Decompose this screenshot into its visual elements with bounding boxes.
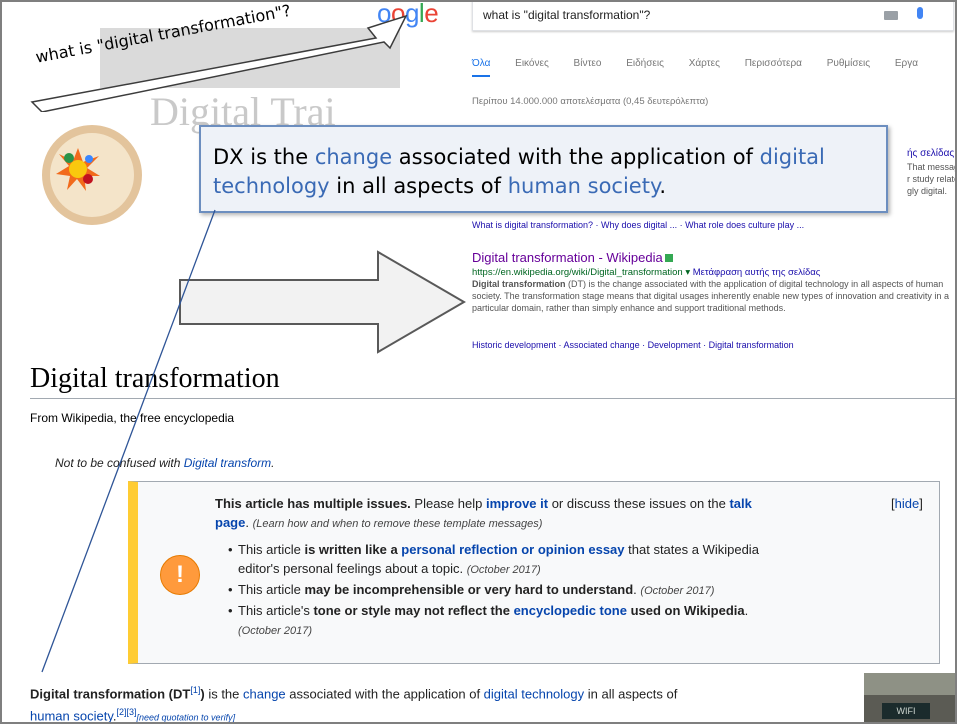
issue-item: This article may be incomprehensible or … [228,580,868,601]
microphone-icon[interactable] [917,7,923,19]
verify-tag[interactable]: [need quotation to verify] [137,713,236,723]
dx-text-part: associated with the application of [392,145,760,169]
issues-text: or discuss these issues on the [548,496,730,511]
issue-text: This article [238,582,305,597]
keyword-human-society: human society [507,174,660,198]
translate-page-link[interactable]: Μετάφραση αυτής της σελίδας [693,267,821,278]
sitelinks[interactable]: What is digital transformation? · Why do… [472,220,804,230]
issue-item: This article's tone or style may not ref… [228,601,868,620]
slide-frame: oogle what is "digital transformation"? … [0,0,957,724]
lead-text: is the [204,686,243,702]
hide-toggle[interactable]: [hide] [891,494,923,513]
wiki-tagline: From Wikipedia, the free encyclopedia [30,411,235,425]
issue-item: This article is written like a personal … [228,540,868,559]
result-title-link[interactable]: Digital transformation - Wikipedia [472,250,673,265]
issues-title: This article has multiple issues. [215,496,411,511]
paint-splash-logo-icon [56,148,100,191]
right-arrow-icon [179,250,466,354]
issues-text: . [245,515,253,530]
issue-text: This article [238,542,305,557]
issue-text: used on Wikipedia [626,603,745,618]
image-sign: WIFI [882,703,930,719]
issue-date: (October 2017) [238,625,312,637]
citation-link[interactable]: [1] [190,685,200,695]
dx-text-part: in all aspects of [329,174,508,198]
result-url: https://en.wikipedia.org/wiki/Digital_tr… [472,267,820,278]
lead-text: in all aspects of [584,686,678,702]
snippet-bold: Digital transformation [472,279,566,289]
dx-definition-callout: DX is the change associated with the app… [199,125,888,213]
tab-images[interactable]: Εικόνες [515,58,549,69]
issues-text: Please help [410,496,486,511]
lead-text: associated with the application of [285,686,484,702]
wiki-thumbnail-image[interactable]: WIFI [864,673,957,724]
tab-all[interactable]: Όλα [472,58,491,77]
search-tabs: Όλα Εικόνες Βίντεο Ειδήσεις Χάρτες Περισ… [472,58,940,77]
hide-label: hide [894,496,920,511]
lead-paragraph: Digital transformation (DT[1]) is the ch… [30,681,870,728]
hatnote-text: . [271,456,275,470]
tab-tools[interactable]: Εργα [895,58,918,69]
partial-snippet-line: gly digital. [907,186,948,196]
issue-list: This article is written like a personal … [228,540,868,641]
hatnote: Not to be confused with Digital transfor… [55,456,274,470]
result-url-text: https://en.wikipedia.org/wiki/Digital_tr… [472,267,683,278]
issue-text: tone or style may not reflect the [313,603,514,618]
issue-date: (October 2017) [466,564,541,576]
page-link[interactable]: page [215,515,245,530]
wikipedia-favicon-icon [664,254,673,262]
issue-text: may be incomprehensible or very hard to … [304,582,634,597]
tab-news[interactable]: Ειδήσεις [626,58,664,69]
search-input[interactable]: what is "digital transformation"? [472,0,954,31]
improve-it-link[interactable]: improve it [486,496,548,511]
encyclopedic-tone-link[interactable]: encyclopedic tone [514,603,627,618]
human-society-link[interactable]: human society [30,709,113,724]
issue-item-continuation: editor's personal feelings about a topic… [228,559,868,580]
issue-text: that states a Wikipedia [624,542,759,557]
keyboard-icon[interactable] [884,11,898,20]
result-title: Digital transformation - Wikipedia [472,250,663,265]
image-area [864,673,957,695]
tab-maps[interactable]: Χάρτες [689,58,720,69]
result-stats: Περίπου 14.000.000 αποτελέσματα (0,45 δε… [472,96,709,107]
hatnote-text: Not to be confused with [55,456,184,470]
issue-item-continuation: (October 2017) [228,620,868,641]
partial-translate-link[interactable]: ής σελίδας [907,148,954,159]
tab-settings[interactable]: Ρυθμίσεις [827,58,870,69]
hatnote-link[interactable]: Digital transform [184,456,271,470]
dropdown-arrow-icon[interactable]: ▾ [685,267,690,278]
partial-snippet-line: That messag [907,162,957,172]
tab-videos[interactable]: Βίντεο [574,58,602,69]
issue-text: editor's personal feelings about a topic… [238,561,467,576]
learn-more-link[interactable]: (Learn how and when to remove these temp… [253,518,543,530]
title-divider [30,398,957,399]
digital-technology-link[interactable]: digital technology [484,686,584,701]
result-snippet: Digital transformation (DT) is the chang… [472,278,957,314]
issue-text: This article's [238,603,314,618]
change-link[interactable]: change [243,686,286,701]
dx-definition: DX is the change associated with the app… [213,143,883,201]
search-query: what is "digital transformation"? [483,8,651,22]
result-sitelinks-cut[interactable]: Historic development · Associated change… [472,340,794,350]
dx-text-part: . [659,174,667,198]
issue-text: is written like a [304,542,402,557]
wiki-page-title: Digital transformation [30,363,280,394]
keyword-change: change [314,145,393,169]
talk-link[interactable]: talk [729,496,751,511]
partial-snippet-line: r study relate [907,174,957,184]
tab-more[interactable]: Περισσότερα [745,58,802,69]
lead-bold: Digital transformation (DT [30,686,191,702]
issues-header: This article has multiple issues. Please… [215,494,923,534]
dx-text-part: DX is the [213,145,315,169]
issue-date: (October 2017) [640,585,715,597]
warning-icon: ! [160,555,200,595]
citation-link[interactable]: [2][3] [116,707,136,717]
issue-text: . [744,603,749,618]
opinion-essay-link[interactable]: personal reflection or opinion essay [401,542,624,557]
